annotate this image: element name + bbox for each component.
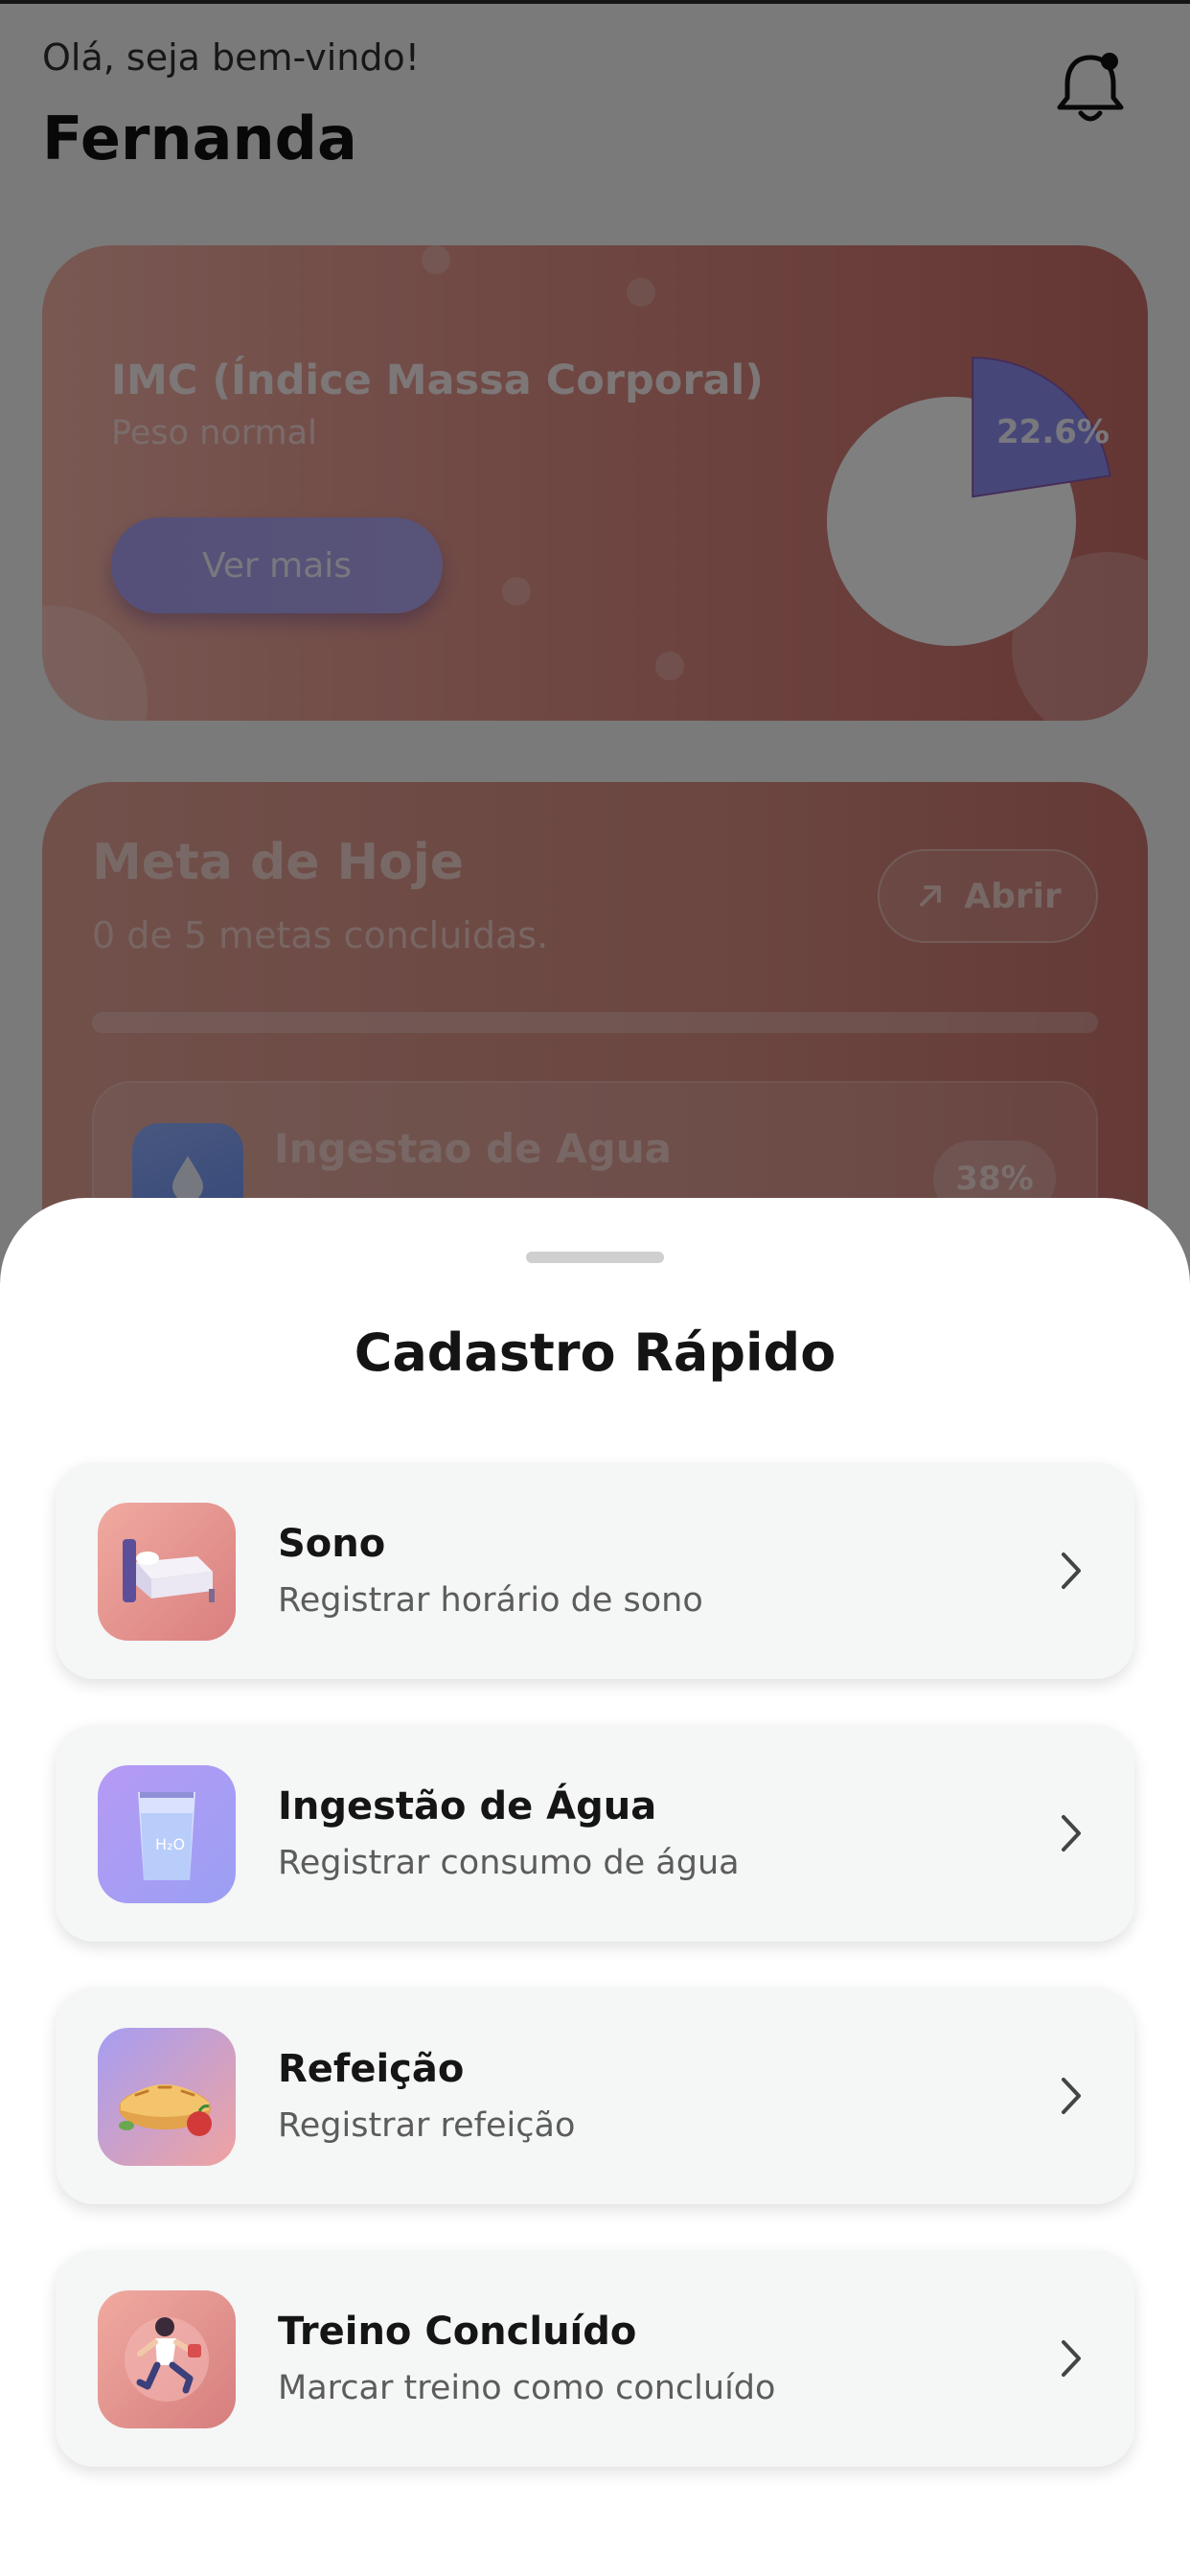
option-subtitle: Registrar horário de sono — [278, 1581, 703, 1620]
water-glass-icon: H₂O — [98, 1765, 236, 1903]
option-title: Treino Concluído — [278, 2310, 637, 2354]
chevron-right-icon — [1062, 1552, 1081, 1589]
sheet-drag-handle[interactable] — [526, 1252, 664, 1263]
option-treino-concluido[interactable]: Treino Concluído Marcar treino como conc… — [56, 2250, 1134, 2467]
chevron-right-icon — [1062, 1815, 1081, 1852]
option-ingestao-agua[interactable]: H₂O Ingestão de Água Registrar consumo d… — [56, 1725, 1134, 1942]
sheet-title: Cadastro Rápido — [354, 1322, 836, 1383]
option-title: Ingestão de Água — [278, 1784, 657, 1828]
workout-icon — [98, 2290, 236, 2428]
option-refeicao[interactable]: Refeição Registrar refeição — [56, 1988, 1134, 2204]
option-title: Refeição — [278, 2047, 465, 2091]
bed-icon — [98, 1503, 236, 1641]
chevron-right-icon — [1062, 2078, 1081, 2114]
quick-register-sheet: Cadastro Rápido Sono Registrar horário d… — [0, 1198, 1190, 2576]
option-subtitle: Marcar treino como concluído — [278, 2369, 776, 2407]
option-subtitle: Registrar consumo de água — [278, 1844, 740, 1882]
pie-meal-icon — [98, 2028, 236, 2166]
svg-text:H₂O: H₂O — [155, 1835, 185, 1853]
option-subtitle: Registrar refeição — [278, 2106, 576, 2145]
option-sono[interactable]: Sono Registrar horário de sono — [56, 1462, 1134, 1679]
option-title: Sono — [278, 1522, 386, 1566]
chevron-right-icon — [1062, 2340, 1081, 2377]
